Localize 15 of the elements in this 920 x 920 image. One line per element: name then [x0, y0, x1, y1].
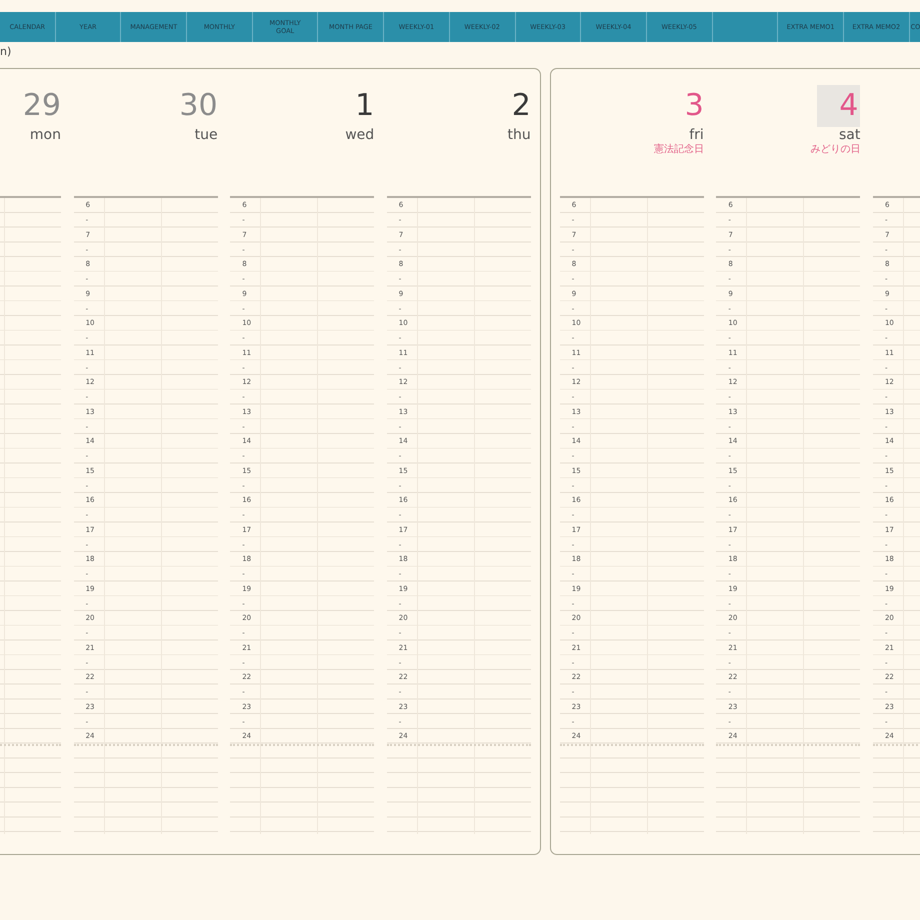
date-number: 4	[817, 85, 860, 127]
date-number: 3	[684, 87, 704, 125]
weekday-label: tue	[194, 127, 218, 143]
date-number: 29	[22, 87, 61, 125]
weekday-label: mon	[30, 127, 61, 143]
holiday-label: 憲法記念日	[654, 144, 704, 156]
date-number: 30	[179, 87, 218, 125]
date-number: 1	[355, 87, 374, 125]
note-text: n)	[0, 44, 12, 60]
weekday-label: fri	[689, 127, 704, 143]
weekday-label: sat	[839, 127, 860, 143]
holiday-label: みどりの日	[810, 144, 860, 156]
weekday-label: thu	[508, 127, 531, 143]
date-number: 2	[512, 87, 531, 125]
weekday-label: wed	[345, 127, 374, 143]
